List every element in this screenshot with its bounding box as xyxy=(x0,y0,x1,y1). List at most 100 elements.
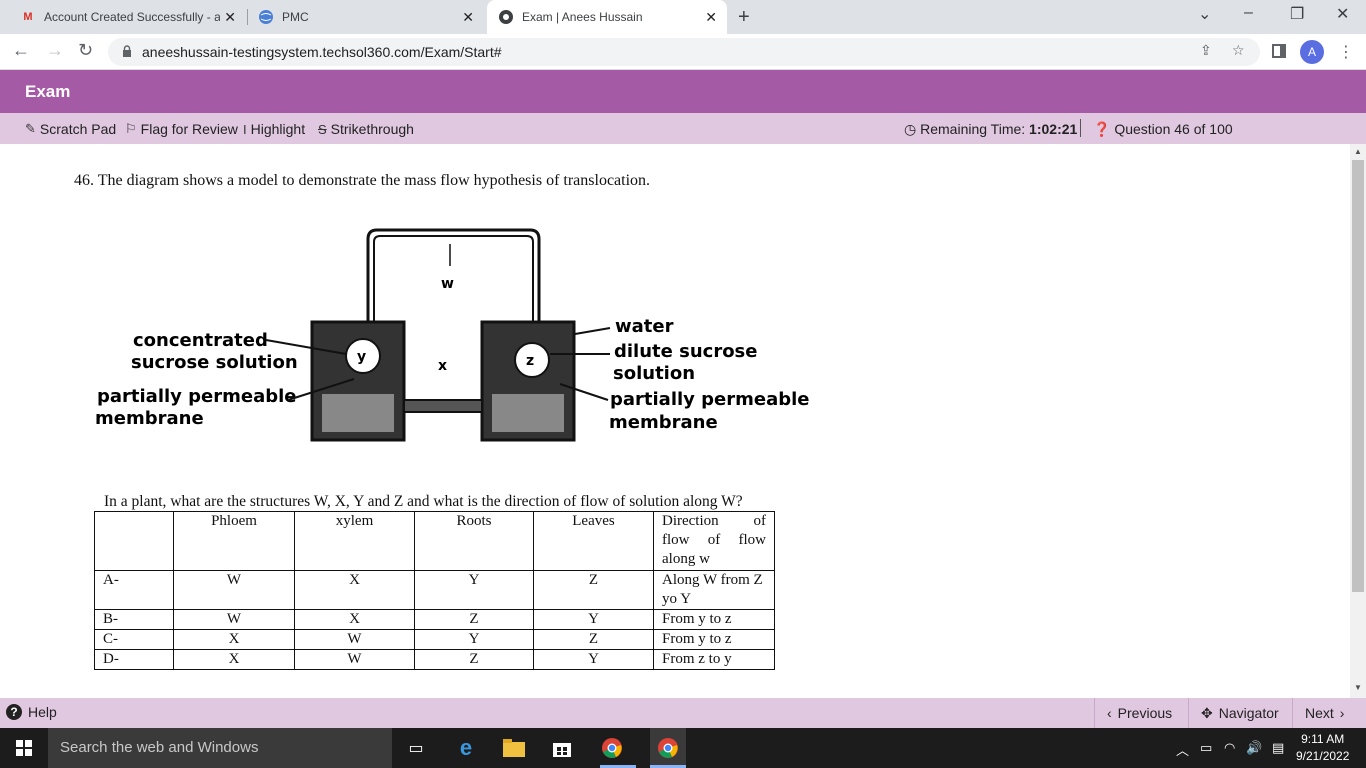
file-explorer-icon[interactable] xyxy=(502,736,526,760)
minimize-icon[interactable]: – xyxy=(1244,4,1253,22)
label-z: z xyxy=(526,353,534,369)
scroll-down-icon[interactable]: ▼ xyxy=(1354,683,1362,692)
tab-pmc[interactable]: PMC ✕ xyxy=(258,0,484,34)
scratch-pad-label: Scratch Pad xyxy=(39,121,117,137)
flag-icon: ⚐ xyxy=(125,121,137,136)
table-row[interactable]: B- W X Z Y From y to z xyxy=(94,609,775,630)
left-label-sucrose: sucrose solution xyxy=(131,352,298,373)
table-cell: From z to y xyxy=(653,649,775,670)
browser-tab-bar: M Account Created Successfully - an ✕ PM… xyxy=(0,0,1366,34)
side-panel-icon[interactable] xyxy=(1272,44,1286,58)
table-header-cell: xylem xyxy=(294,511,415,571)
table-cell: Z xyxy=(414,609,534,630)
edge-icon[interactable]: e xyxy=(454,735,478,760)
table-row[interactable]: A- W X Y Z Along W from Z yo Y xyxy=(94,570,775,610)
exam-toolbar: ✎ Scratch Pad ⚐ Flag for Review I Highli… xyxy=(0,113,1366,144)
chevron-down-icon[interactable]: ⌄ xyxy=(1198,4,1211,24)
tab-label: Exam | Anees Hussain xyxy=(522,10,643,24)
wifi-icon[interactable]: ◠ xyxy=(1224,740,1235,756)
profile-avatar[interactable]: A xyxy=(1300,40,1324,64)
chrome-icon[interactable] xyxy=(600,736,624,760)
navigator-icon: ✥ xyxy=(1201,704,1213,721)
more-menu-icon[interactable]: ⋮ xyxy=(1338,42,1354,62)
question-circle-icon: ❓ xyxy=(1093,121,1111,137)
tab-exam[interactable]: Exam | Anees Hussain ✕ xyxy=(487,0,727,34)
flag-label: Flag for Review xyxy=(140,121,238,137)
globe-icon xyxy=(258,9,274,25)
task-view-icon[interactable]: ▭ xyxy=(404,736,428,760)
previous-button[interactable]: ‹ Previous xyxy=(1094,698,1184,728)
taskbar-search-input[interactable]: Search the web and Windows xyxy=(48,728,392,768)
exam-footer: ? Help ‹ Previous ✥ Navigator Next › xyxy=(0,698,1366,728)
table-cell: Y xyxy=(533,649,654,670)
navigator-button[interactable]: ✥ Navigator xyxy=(1188,698,1291,728)
lock-icon xyxy=(123,45,131,57)
tab-gmail[interactable]: M Account Created Successfully - an ✕ xyxy=(20,0,246,34)
table-row[interactable]: D- X W Z Y From z to y xyxy=(94,649,775,670)
taskbar-clock[interactable]: 9:11 AM 9/21/2022 xyxy=(1296,731,1349,765)
strikethrough-button[interactable]: S Strikethrough xyxy=(318,121,414,137)
table-cell: Z xyxy=(414,649,534,670)
remaining-time: ◷ Remaining Time: 1:02:21 xyxy=(904,121,1077,138)
navigator-label: Navigator xyxy=(1218,705,1279,721)
table-cell: Y xyxy=(414,570,534,610)
text-cursor-icon: I xyxy=(243,121,247,137)
scrollbar-thumb[interactable] xyxy=(1352,160,1364,592)
next-button[interactable]: Next › xyxy=(1292,698,1356,728)
table-cell: From y to z xyxy=(653,609,775,630)
question-counter-text: Question 46 of 100 xyxy=(1114,121,1233,137)
windows-start-icon[interactable] xyxy=(16,740,32,756)
share-icon[interactable]: ⇪ xyxy=(1200,42,1212,59)
forward-icon[interactable]: → xyxy=(46,40,64,61)
flag-for-review-button[interactable]: ⚐ Flag for Review xyxy=(125,121,238,137)
chevron-up-icon[interactable]: ︿ xyxy=(1176,740,1189,759)
table-cell: W xyxy=(173,609,295,630)
next-label: Next xyxy=(1305,705,1334,721)
chevron-left-icon: ‹ xyxy=(1107,705,1112,721)
bookmark-star-icon[interactable]: ☆ xyxy=(1232,42,1245,59)
exam-header: Exam xyxy=(0,70,1366,113)
tab-label: PMC xyxy=(282,10,309,24)
table-cell: X xyxy=(173,629,295,650)
reload-icon[interactable]: ↻ xyxy=(78,40,93,61)
right-label-membrane-1: partially permeable xyxy=(610,389,810,410)
right-label-dilute: dilute sucrose xyxy=(614,341,757,362)
table-cell: X xyxy=(173,649,295,670)
restore-icon[interactable]: ❐ xyxy=(1290,4,1304,24)
table-row[interactable]: C- X W Y Z From y to z xyxy=(94,629,775,650)
highlight-button[interactable]: I Highlight xyxy=(243,121,305,137)
label-y: y xyxy=(357,349,366,365)
table-header-cell: Roots xyxy=(414,511,534,571)
strikethrough-label: Strikethrough xyxy=(330,121,414,137)
chrome-profile-icon[interactable] xyxy=(650,728,686,768)
clock-time: 9:11 AM xyxy=(1301,732,1345,746)
url-input[interactable]: aneeshussain-testingsystem.techsol360.co… xyxy=(108,38,1260,66)
table-cell: X xyxy=(294,609,415,630)
help-label: Help xyxy=(28,704,57,720)
table-cell: Y xyxy=(414,629,534,650)
edit-icon: ✎ xyxy=(25,121,36,136)
close-tab-icon[interactable]: ✕ xyxy=(705,9,717,26)
volume-icon[interactable]: 🔊 xyxy=(1246,740,1262,756)
close-tab-icon[interactable]: ✕ xyxy=(462,9,474,26)
tab-divider xyxy=(247,9,248,25)
help-button[interactable]: ? Help xyxy=(6,704,57,720)
chevron-right-icon: › xyxy=(1339,705,1345,721)
close-window-icon[interactable]: ✕ xyxy=(1336,4,1349,24)
store-icon[interactable] xyxy=(550,736,574,760)
battery-icon[interactable]: ▭ xyxy=(1200,740,1212,756)
highlight-label: Highlight xyxy=(250,121,306,137)
back-icon[interactable]: ← xyxy=(12,40,30,61)
close-tab-icon[interactable]: ✕ xyxy=(224,9,236,26)
notification-icon[interactable]: ▤ xyxy=(1272,740,1284,756)
new-tab-icon[interactable]: + xyxy=(738,6,750,29)
table-cell: From y to z xyxy=(653,629,775,650)
clock-date: 9/21/2022 xyxy=(1296,749,1350,763)
right-label-membrane-2: membrane xyxy=(609,412,718,433)
table-cell: D- xyxy=(94,649,174,670)
scratch-pad-button[interactable]: ✎ Scratch Pad xyxy=(25,121,116,137)
scroll-up-icon[interactable]: ▲ xyxy=(1354,147,1362,156)
question-counter: ❓ Question 46 of 100 xyxy=(1093,121,1233,138)
table-cell: B- xyxy=(94,609,174,630)
remaining-time-value: 1:02:21 xyxy=(1029,121,1078,137)
